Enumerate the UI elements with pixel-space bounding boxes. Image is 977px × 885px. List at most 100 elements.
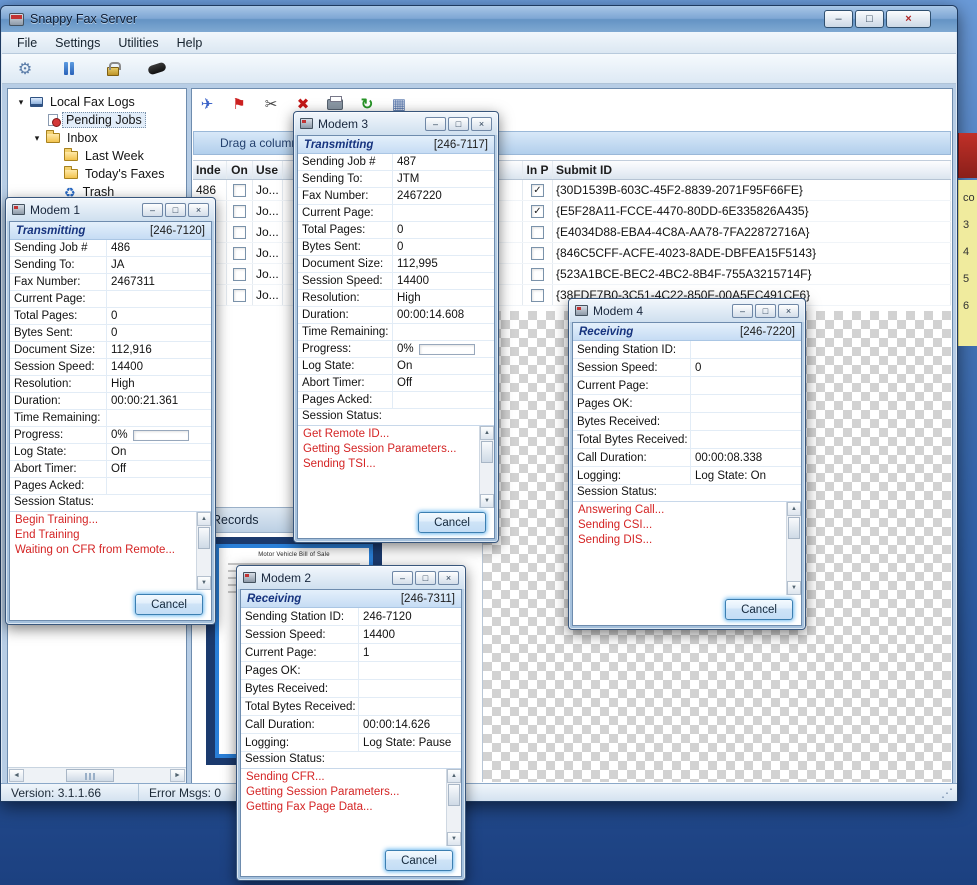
minimize-button[interactable]: – (425, 117, 446, 131)
print-icon[interactable] (326, 99, 344, 110)
in-progress-checkbox[interactable]: ✓ (531, 184, 544, 197)
close-button[interactable]: × (438, 571, 459, 585)
tree-row[interactable]: ▾ Inbox (8, 129, 186, 147)
expand-icon[interactable]: ▾ (32, 133, 42, 144)
phone-icon[interactable] (148, 60, 166, 78)
flag-icon[interactable]: ⚑ (230, 95, 248, 113)
pause-icon[interactable] (60, 60, 78, 78)
minimize-button[interactable]: – (732, 304, 753, 318)
on-checkbox[interactable] (233, 226, 246, 239)
in-progress-checkbox[interactable]: ✓ (531, 205, 544, 218)
maximize-button[interactable]: □ (755, 304, 776, 318)
session-status-line: Sending CSI... (573, 518, 784, 533)
menu-item[interactable]: Utilities (109, 33, 167, 53)
header-on[interactable]: On (227, 161, 253, 179)
tree-row[interactable]: Pending Jobs (8, 111, 186, 129)
scroll-right-icon[interactable]: ► (170, 769, 185, 782)
in-progress-checkbox[interactable] (531, 226, 544, 239)
version-label: Version: 3.1.1.66 (1, 784, 139, 801)
field-row: Bytes Received: (241, 680, 461, 698)
scroll-thumb[interactable] (481, 441, 493, 463)
scroll-thumb[interactable] (788, 517, 800, 539)
on-checkbox[interactable] (233, 205, 246, 218)
field-value: JTM (393, 171, 494, 187)
maximize-button[interactable]: □ (165, 203, 186, 217)
settings-gear-icon[interactable]: ⚙ (16, 60, 34, 78)
dialog-titlebar[interactable]: Modem 2 – □ × (240, 566, 462, 589)
dialog-titlebar[interactable]: Modem 1 – □ × (9, 198, 212, 221)
in-progress-checkbox[interactable] (531, 247, 544, 260)
close-button[interactable]: × (188, 203, 209, 217)
tree-item-local-fax-logs[interactable]: Local Fax Logs (47, 95, 138, 109)
dialog-footer: Cancel (298, 508, 494, 538)
scrollbar[interactable]: ▲ ▼ (196, 512, 211, 590)
cancel-button[interactable]: Cancel (385, 850, 453, 871)
tree-row[interactable]: Today's Faxes (8, 165, 186, 183)
on-checkbox[interactable] (233, 247, 246, 260)
scroll-up-icon[interactable]: ▲ (480, 426, 494, 440)
header-index[interactable]: Inde (193, 161, 227, 179)
cancel-button[interactable]: Cancel (418, 512, 486, 533)
dialog-title: Modem 4 (593, 304, 643, 318)
menu-item[interactable]: Settings (46, 33, 109, 53)
dialog-titlebar[interactable]: Modem 4 – □ × (572, 299, 802, 322)
field-label: Abort Timer: (298, 375, 393, 391)
tree-item-last-week[interactable]: Last Week (82, 149, 147, 163)
close-button[interactable]: × (886, 10, 931, 28)
field-value: 00:00:08.338 (691, 449, 801, 466)
tree-item-inbox[interactable]: Inbox (64, 131, 101, 145)
scrollbar[interactable]: ▲ ▼ (479, 426, 494, 508)
maximize-button[interactable]: □ (415, 571, 436, 585)
dialog-titlebar[interactable]: Modem 3 – □ × (297, 112, 495, 135)
send-fax-icon[interactable]: ✈ (198, 95, 216, 113)
scroll-down-icon[interactable]: ▼ (480, 494, 494, 508)
in-progress-checkbox[interactable] (531, 268, 544, 281)
cancel-button[interactable]: Cancel (725, 599, 793, 620)
menu-item[interactable]: Help (168, 33, 212, 53)
scroll-down-icon[interactable]: ▼ (787, 581, 801, 595)
on-checkbox[interactable] (233, 184, 246, 197)
tree-item-todays-faxes[interactable]: Today's Faxes (82, 167, 168, 181)
scroll-thumb[interactable] (198, 527, 210, 549)
close-button[interactable]: × (778, 304, 799, 318)
desktop-red-window-edge (958, 133, 977, 178)
header-in-p[interactable]: In P (523, 161, 553, 179)
in-progress-checkbox[interactable] (531, 289, 544, 302)
minimize-button[interactable]: – (824, 10, 853, 28)
lock-icon[interactable] (104, 60, 122, 78)
tree-row[interactable]: ▾ Local Fax Logs (8, 93, 186, 111)
minimize-button[interactable]: – (392, 571, 413, 585)
on-checkbox[interactable] (233, 268, 246, 281)
session-status-line: Getting Session Parameters... (241, 785, 444, 800)
header-user[interactable]: Use (253, 161, 283, 179)
close-button[interactable]: × (471, 117, 492, 131)
maximize-button[interactable]: □ (448, 117, 469, 131)
scroll-thumb[interactable] (448, 784, 460, 806)
horizontal-scrollbar[interactable]: ◄ ► (8, 767, 186, 783)
cancel-button[interactable]: Cancel (135, 594, 203, 615)
tree-item-pending-jobs[interactable]: Pending Jobs (62, 112, 146, 128)
cut-icon[interactable]: ✂ (262, 95, 280, 113)
field-value: 0 (107, 308, 211, 324)
scroll-thumb[interactable] (66, 769, 114, 782)
scroll-up-icon[interactable]: ▲ (197, 512, 211, 526)
titlebar[interactable]: Snappy Fax Server – □ × (1, 6, 957, 32)
field-label: Sending Station ID: (241, 608, 359, 625)
scrollbar[interactable]: ▲ ▼ (786, 502, 801, 595)
field-row: Sending To: JA (10, 257, 211, 274)
scroll-up-icon[interactable]: ▲ (787, 502, 801, 516)
maximize-button[interactable]: □ (855, 10, 884, 28)
minimize-button[interactable]: – (142, 203, 163, 217)
on-checkbox[interactable] (233, 289, 246, 302)
scroll-down-icon[interactable]: ▼ (447, 832, 461, 846)
tree-row[interactable]: Last Week (8, 147, 186, 165)
scroll-left-icon[interactable]: ◄ (9, 769, 24, 782)
header-submit-id[interactable]: Submit ID (553, 161, 951, 179)
scroll-up-icon[interactable]: ▲ (447, 769, 461, 783)
resize-grip[interactable]: ⋰ (941, 786, 957, 800)
expand-icon[interactable]: ▾ (16, 97, 26, 108)
dialog-controls: – □ × (425, 117, 492, 131)
scroll-down-icon[interactable]: ▼ (197, 576, 211, 590)
menu-item[interactable]: File (8, 33, 46, 53)
scrollbar[interactable]: ▲ ▼ (446, 769, 461, 846)
